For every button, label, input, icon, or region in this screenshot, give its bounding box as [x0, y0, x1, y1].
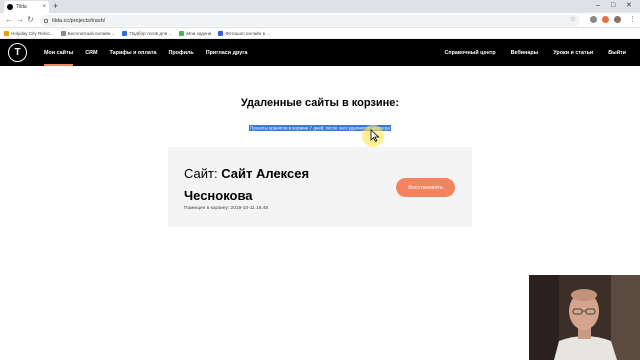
bookmark-label: Подбор тегов для ... — [129, 30, 173, 36]
url-field[interactable]: tilda.cc/projects/trash/ ☆ — [40, 15, 580, 26]
nav-my-sites[interactable]: Мои сайты — [44, 50, 74, 66]
bookmarks-bar: Holyday City Reloc... Бесплатный онлайн … — [0, 28, 640, 39]
nav-logout[interactable]: Выйти — [608, 50, 626, 56]
info-line: Проекты хранятся в корзине 7 дней, после… — [0, 116, 640, 134]
tilda-favicon-icon — [7, 4, 13, 10]
url-text: tilda.cc/projects/trash/ — [52, 17, 106, 24]
restore-button[interactable]: Восстановить — [396, 178, 455, 197]
page-title: Удаленные сайты в корзине: — [240, 97, 400, 109]
page-bookmark-icon — [60, 30, 66, 36]
tasks-bookmark-icon — [179, 30, 185, 36]
nav-help-center[interactable]: Справочный центр — [444, 50, 495, 56]
logo-letter: T — [14, 46, 21, 58]
close-window-button[interactable]: ✕ — [626, 1, 632, 11]
reload-icon[interactable]: ↻ — [27, 15, 34, 25]
bookmark-label: Бесплатный онлайн ... — [67, 30, 116, 36]
nav-lessons-articles[interactable]: Уроки и статьи — [553, 50, 593, 56]
nav-crm[interactable]: CRM — [85, 50, 97, 56]
bookmark-label: Мои задачи — [186, 30, 212, 36]
bookmark-item[interactable]: Мои задачи — [179, 30, 212, 36]
site-title: Сайт: Сайт Алексея Чеснокова — [184, 163, 344, 207]
lock-icon — [44, 18, 48, 23]
webcam-overlay — [529, 275, 640, 360]
browser-window: Tilda × + – □ ✕ ← → ↻ tilda.cc/projects/… — [0, 0, 640, 360]
nav-left: Мои сайты CRM Тарифы и оплата Профиль Пр… — [44, 39, 259, 66]
bookmark-item[interactable]: Бесплатный онлайн ... — [60, 30, 116, 36]
tab-close-icon[interactable]: × — [42, 4, 46, 10]
bookmark-label: Фотошоп онлайн в ... — [225, 30, 271, 36]
nav-plans-billing[interactable]: Тарифы и оплата — [110, 50, 157, 56]
bookmark-star-icon[interactable]: ☆ — [570, 16, 576, 24]
bookmark-label: Holyday City Reloc... — [11, 30, 54, 36]
presenter-video — [529, 275, 640, 360]
back-arrow-icon[interactable]: ← — [5, 15, 13, 25]
bookmark-item[interactable]: Фотошоп онлайн в ... — [218, 30, 271, 36]
bookmark-item[interactable]: Подбор тегов для ... — [122, 30, 173, 36]
tilda-logo[interactable]: T — [8, 43, 27, 62]
forward-arrow-icon[interactable]: → — [16, 15, 24, 25]
new-tab-button[interactable]: + — [53, 1, 58, 12]
nav-invite-friend[interactable]: Пригласи друга — [206, 50, 248, 56]
extension-icon[interactable] — [602, 16, 609, 23]
extension-icon[interactable] — [590, 16, 597, 23]
maximize-button[interactable]: □ — [611, 1, 615, 11]
moved-to-trash-date: Помещен в корзину: 2019-10-11 16:48 — [184, 206, 269, 211]
deleted-site-card: Сайт: Сайт Алексея Чеснокова Помещен в к… — [168, 147, 472, 227]
menu-dots-icon[interactable]: ⋮ — [629, 15, 636, 25]
holiday-bookmark-icon — [4, 30, 9, 36]
nav-webinars[interactable]: Вебинары — [511, 50, 539, 56]
address-bar-row: ← → ↻ tilda.cc/projects/trash/ ☆ ⋮ — [0, 13, 640, 28]
profile-avatar[interactable] — [614, 16, 621, 23]
bookmark-item[interactable]: Holyday City Reloc... — [4, 30, 54, 36]
nav-profile[interactable]: Профиль — [169, 50, 194, 56]
browser-tab[interactable]: Tilda × — [4, 1, 49, 13]
site-navigation: T Мои сайты CRM Тарифы и оплата Профиль … — [0, 39, 640, 66]
photoshop-bookmark-icon — [218, 30, 224, 36]
nav-right: Справочный центр Вебинары Уроки и статьи… — [429, 39, 626, 66]
minimize-button[interactable]: – — [596, 1, 600, 11]
tab-strip: Tilda × + – □ ✕ — [0, 0, 640, 13]
mouse-pointer-icon — [370, 129, 380, 142]
tag-bookmark-icon — [122, 30, 128, 36]
site-label: Сайт: — [184, 166, 218, 181]
tab-title: Tilda — [16, 4, 27, 10]
